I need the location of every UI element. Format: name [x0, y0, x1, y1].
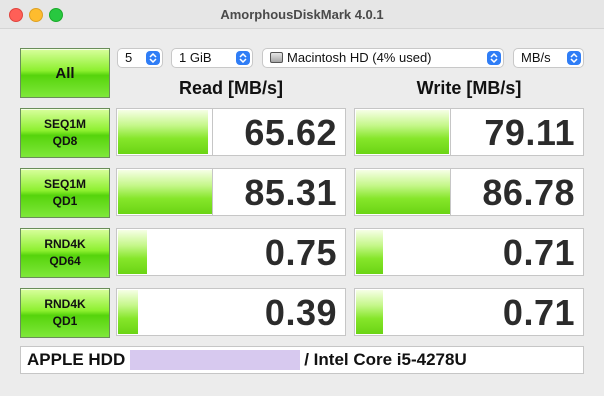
redacted-region	[130, 350, 301, 370]
rnd4k-qd1-write-result: 0.71	[354, 288, 584, 336]
hard-disk-icon	[270, 52, 283, 63]
target-disk-select[interactable]: Macintosh HD (4% used)	[262, 48, 504, 68]
read-progress-bar	[118, 110, 208, 154]
title-bar: AmorphousDiskMark 4.0.1	[0, 0, 604, 29]
read-progress-bar	[118, 230, 147, 274]
read-value: 0.39	[264, 292, 337, 333]
test-name-line1: SEQ1M	[43, 177, 86, 191]
cell-divider	[212, 109, 213, 155]
seq1m-qd8-read-result: 65.62	[116, 108, 346, 156]
test-name-line1: SEQ1M	[43, 117, 86, 131]
test-name-line2: QD8	[52, 134, 78, 148]
run-all-button[interactable]: All	[20, 48, 110, 98]
write-value: 79.11	[484, 112, 575, 153]
test-name-line2: QD1	[52, 194, 78, 208]
unit-select[interactable]: MB/s	[513, 48, 584, 68]
test-name-line2: QD1	[52, 314, 78, 328]
cell-divider	[450, 109, 451, 155]
system-info-field[interactable]: APPLE HDD / Intel Core i5-4278U	[20, 346, 584, 374]
test-name-line2: QD64	[49, 254, 81, 268]
test-name-line1: RND4K	[44, 297, 86, 311]
write-value: 0.71	[502, 232, 575, 273]
cell-divider	[450, 169, 451, 215]
stepper-arrows-icon	[487, 51, 501, 65]
test-size-select[interactable]: 1 GiB	[171, 48, 253, 68]
rnd4k-qd64-write-result: 0.71	[354, 228, 584, 276]
read-progress-bar	[118, 170, 213, 214]
read-progress-bar	[118, 290, 138, 334]
cpu-info-text: / Intel Core i5-4278U	[304, 350, 467, 369]
unit-value: MB/s	[521, 50, 551, 65]
drive-model-text: APPLE HDD	[27, 350, 126, 369]
window-title: AmorphousDiskMark 4.0.1	[220, 7, 384, 22]
test-name-line1: RND4K	[44, 237, 86, 251]
rnd4k-qd64-test-button[interactable]: RND4K QD64	[20, 228, 110, 278]
target-disk-value: Macintosh HD (4% used)	[287, 50, 432, 65]
seq1m-qd8-write-result: 79.11	[354, 108, 584, 156]
test-size-value: 1 GiB	[179, 50, 212, 65]
stepper-arrows-icon	[236, 51, 250, 65]
seq1m-qd1-test-button[interactable]: SEQ1M QD1	[20, 168, 110, 218]
read-column-header: Read [MB/s]	[178, 78, 283, 98]
seq1m-qd8-test-button[interactable]: SEQ1M QD8	[20, 108, 110, 158]
write-progress-bar	[356, 290, 383, 334]
test-count-value: 5	[125, 50, 133, 65]
stepper-arrows-icon	[146, 51, 160, 65]
rnd4k-qd1-test-button[interactable]: RND4K QD1	[20, 288, 110, 338]
stepper-arrows-icon	[567, 51, 581, 65]
cell-divider	[212, 169, 213, 215]
rnd4k-qd64-read-result: 0.75	[116, 228, 346, 276]
read-value: 85.31	[244, 172, 337, 213]
test-count-select[interactable]: 5	[117, 48, 163, 68]
write-value: 86.78	[482, 172, 575, 213]
seq1m-qd1-write-result: 86.78	[354, 168, 584, 216]
read-value: 0.75	[264, 232, 337, 273]
write-progress-bar	[356, 230, 383, 274]
seq1m-qd1-read-result: 85.31	[116, 168, 346, 216]
write-progress-bar	[356, 170, 451, 214]
rnd4k-qd1-read-result: 0.39	[116, 288, 346, 336]
read-value: 65.62	[244, 112, 337, 153]
write-column-header: Write [MB/s]	[416, 78, 522, 98]
write-value: 0.71	[502, 292, 575, 333]
write-progress-bar	[356, 110, 449, 154]
